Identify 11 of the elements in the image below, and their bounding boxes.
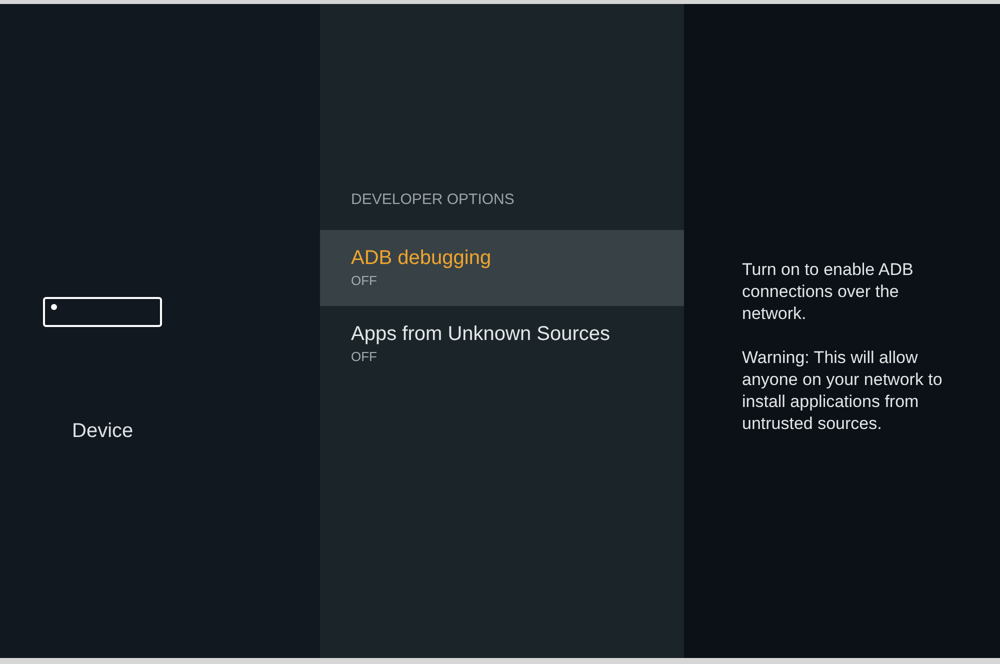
menu-item[interactable]: Apps from Unknown Sources OFF	[320, 306, 684, 382]
category-label: Device	[72, 419, 134, 443]
device-icon	[43, 297, 162, 327]
description-text: Warning: This will allow anyone on your network to install applications from untrusted sources.	[742, 347, 944, 435]
menu-item-title: Apps from Unknown Sources	[351, 322, 610, 347]
menu-item-value: OFF	[351, 273, 377, 289]
menu-item[interactable]: ADB debugging OFF	[320, 230, 684, 306]
menu-item-title: ADB debugging	[351, 246, 492, 271]
section-heading: DEVELOPER OPTIONS	[351, 190, 514, 210]
description-text: Turn on to enable ADB connections over the network.	[742, 259, 914, 325]
menu-item-value: OFF	[351, 349, 377, 365]
